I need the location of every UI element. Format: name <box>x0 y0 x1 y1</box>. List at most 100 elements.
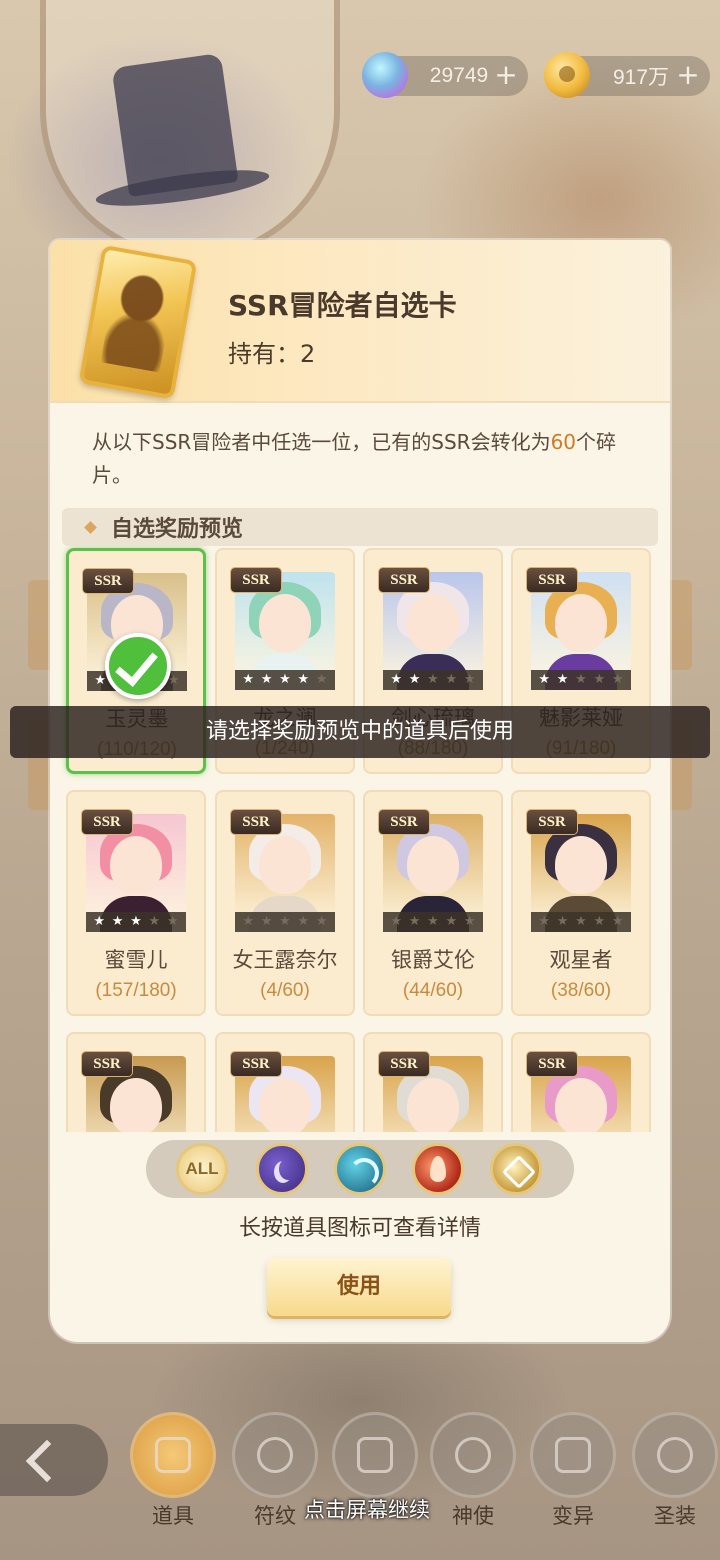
character-card[interactable]: SSR ★ ★ ★ ★ ★ 女王露奈尔 (4/60) <box>215 790 355 1016</box>
star-icon: ★ <box>279 672 291 687</box>
nav-button-circle <box>232 1412 318 1498</box>
star-icon: ★ <box>315 914 328 929</box>
star-icon: ★ <box>538 914 551 929</box>
star-icon: ★ <box>575 672 587 687</box>
nav-button-circle <box>430 1412 516 1498</box>
star-icon: ★ <box>593 672 606 687</box>
toast-message: 请选择奖励预览中的道具后使用 <box>10 706 710 758</box>
item-title: SSR冒险者自选卡 <box>228 289 457 322</box>
fragment-progress: (157/180) <box>95 980 177 1001</box>
star-icon: ★ <box>93 914 106 929</box>
star-icon: ★ <box>260 672 273 687</box>
fragment-progress: (38/60) <box>550 980 612 1001</box>
star-icon: ★ <box>242 914 255 929</box>
diamond-bullet-icon <box>84 520 97 534</box>
fragment-progress: (44/60) <box>402 980 464 1001</box>
item-description: 从以下SSR冒险者中任选一位，已有的SSR会转化为60个碎片。 <box>92 430 617 487</box>
gem-amount: 29749 <box>429 64 489 87</box>
gem-currency: 29749 + <box>362 52 528 98</box>
long-press-hint: 长按道具图标可查看详情 <box>238 1216 481 1241</box>
gem-icon <box>362 52 408 98</box>
character-card[interactable]: SSR ★ ★ ★ ★ ★ 蜜雪儿 (157/180) <box>66 790 206 1016</box>
gold-currency: 917万 + <box>544 52 710 98</box>
add-gold-button[interactable]: + <box>674 60 702 92</box>
ssr-rarity-badge: SSR <box>527 1052 577 1076</box>
filter-moon-icon[interactable] <box>256 1143 308 1195</box>
ssr-rarity-badge: SSR <box>527 810 577 834</box>
ssr-rarity-badge: SSR <box>527 568 577 592</box>
character-card[interactable]: SSR ★ ★ ★ ★ ★ 银爵艾伦 (44/60) <box>363 790 503 1016</box>
star-icon: ★ <box>260 914 273 929</box>
star-icon: ★ <box>611 914 624 929</box>
star-icon: ★ <box>390 914 403 929</box>
star-icon: ★ <box>242 672 255 687</box>
add-gems-button[interactable]: + <box>492 60 520 92</box>
star-icon: ★ <box>611 672 624 687</box>
ssr-rarity-badge: SSR <box>379 810 429 834</box>
star-icon: ★ <box>408 914 421 929</box>
character-card[interactable]: SSR★★★★★ <box>215 1032 355 1132</box>
character-grid[interactable]: SSR★★★★★玉灵墨(110/120)SSR★★★★★龙之澜(1/240)SS… <box>50 546 670 1132</box>
star-icon: ★ <box>279 914 291 929</box>
star-icon: ★ <box>445 672 458 687</box>
rune-icon <box>257 1437 293 1473</box>
star-icon: ★ <box>445 914 458 929</box>
filter-all-button[interactable]: ALL <box>176 1143 228 1195</box>
star-icon: ★ <box>556 672 569 687</box>
back-button[interactable] <box>0 1424 108 1496</box>
ssr-rarity-badge: SSR <box>379 1052 429 1076</box>
star-icon: ★ <box>408 672 421 687</box>
filter-fire-icon[interactable] <box>412 1143 464 1195</box>
mutation-icon <box>555 1437 591 1473</box>
star-rating: ★ ★ ★ ★ ★ <box>383 670 483 690</box>
ssr-rarity-badge: SSR <box>82 1052 132 1076</box>
character-card[interactable]: SSR★★★★★ <box>511 1032 651 1132</box>
star-icon: ★ <box>390 672 403 687</box>
holy-gear-icon <box>657 1437 693 1473</box>
ssr-rarity-badge: SSR <box>231 1052 281 1076</box>
filter-light-icon[interactable] <box>490 1143 542 1195</box>
star-icon: ★ <box>556 914 569 929</box>
star-icon: ★ <box>427 914 439 929</box>
envoy-icon <box>455 1437 491 1473</box>
coin-icon <box>544 52 590 98</box>
star-icon: ★ <box>111 914 124 929</box>
character-card[interactable]: SSR★★★★★ <box>66 1032 206 1132</box>
selector-card-dialog: SSR冒险者自选卡 持有：2 从以下SSR冒险者中任选一位，已有的SSR会转化为… <box>50 240 670 1342</box>
star-icon: ★ <box>315 672 328 687</box>
selected-check-icon <box>105 633 171 699</box>
star-rating: ★ ★ ★ ★ ★ <box>235 912 335 932</box>
character-card[interactable]: SSR ★ ★ ★ ★ ★ 观星者 (38/60) <box>511 790 651 1016</box>
star-icon: ★ <box>593 914 606 929</box>
faction-filter-bar: ALL <box>146 1140 574 1198</box>
tap-to-continue[interactable]: 点击屏幕继续 <box>0 1494 720 1524</box>
fragment-progress: (4/60) <box>260 980 310 1001</box>
star-rating: ★ ★ ★ ★ ★ <box>531 912 631 932</box>
star-icon: ★ <box>130 914 142 929</box>
nav-button-circle <box>632 1412 718 1498</box>
nav-button-circle <box>332 1412 418 1498</box>
nav-button-circle <box>130 1412 216 1498</box>
filter-wind-icon[interactable] <box>334 1143 386 1195</box>
star-icon: ★ <box>166 914 179 929</box>
star-rating: ★ ★ ★ ★ ★ <box>235 670 335 690</box>
ssr-rarity-badge: SSR <box>231 568 281 592</box>
star-rating: ★ ★ ★ ★ ★ <box>383 912 483 932</box>
star-rating: ★ ★ ★ ★ ★ <box>531 670 631 690</box>
star-icon: ★ <box>297 672 310 687</box>
use-button[interactable]: 使用 <box>267 1258 451 1316</box>
ssr-rarity-badge: SSR <box>83 569 133 593</box>
bag-icon <box>155 1437 191 1473</box>
nav-button-circle <box>530 1412 616 1498</box>
ssr-rarity-badge: SSR <box>82 810 132 834</box>
star-icon: ★ <box>297 914 310 929</box>
character-name: 观星者 <box>549 948 613 972</box>
gold-amount: 917万 <box>612 66 670 89</box>
star-icon: ★ <box>575 914 587 929</box>
star-icon: ★ <box>148 914 161 929</box>
section-title: 自选奖励预览 <box>111 517 244 542</box>
cards-icon <box>357 1437 393 1473</box>
character-card[interactable]: SSR★★★★★ <box>363 1032 503 1132</box>
star-icon: ★ <box>94 673 107 688</box>
star-icon: ★ <box>463 672 476 687</box>
